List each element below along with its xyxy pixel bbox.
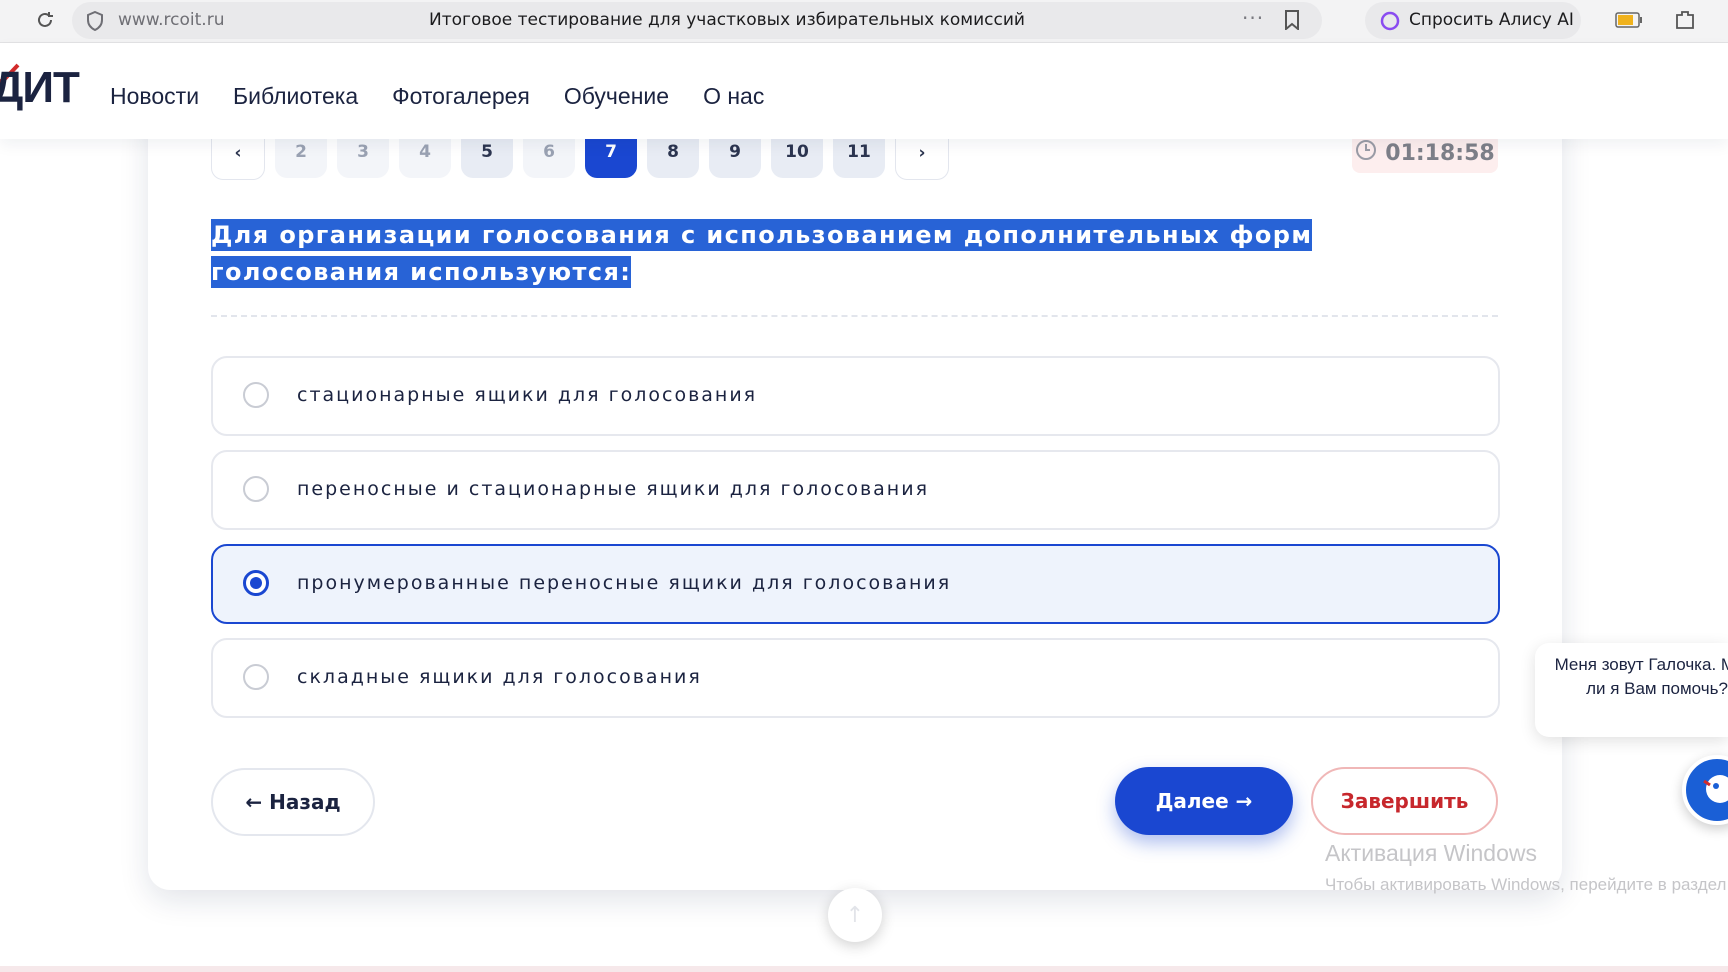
alisa-label: Спросить Алису AI	[1409, 10, 1574, 30]
radio-button[interactable]	[243, 664, 269, 690]
windows-activation-text: Чтобы активировать Windows, перейдите в …	[1325, 875, 1728, 894]
question-text: Для организации голосования с использова…	[211, 217, 1511, 291]
nav-about[interactable]: О нас	[703, 83, 764, 110]
answer-label: пронумерованные переносные ящики для гол…	[297, 572, 952, 594]
nav-learning[interactable]: Обучение	[564, 83, 669, 110]
finish-button[interactable]: Завершить	[1311, 767, 1498, 835]
alisa-icon	[1379, 10, 1401, 36]
next-button[interactable]: Далее →	[1115, 767, 1293, 835]
tab-title: Итоговое тестирование для участковых изб…	[429, 10, 1025, 30]
answer-option[interactable]: стационарные ящики для голосования	[211, 356, 1500, 436]
answer-label: складные ящики для голосования	[297, 666, 702, 688]
clock-icon	[1355, 139, 1377, 167]
question-label: Для организации голосования с использова…	[211, 219, 1313, 288]
chat-bubble-text: Меня зовут Галочка. Могу ли я Вам помочь…	[1554, 655, 1728, 698]
radio-button[interactable]	[243, 476, 269, 502]
timer-value: 01:18:58	[1385, 140, 1495, 166]
answer-label: переносные и стационарные ящики для голо…	[297, 478, 930, 500]
nav-news[interactable]: Новости	[110, 83, 199, 110]
main-nav: Новости Библиотека Фотогалерея Обучение …	[110, 83, 798, 110]
page-bottom-strip	[0, 966, 1728, 972]
browser-toolbar: www.rcoit.ru Итоговое тестирование для у…	[0, 0, 1728, 43]
site-header: ДИТ Новости Библиотека Фотогалерея Обуче…	[0, 43, 1728, 139]
nav-library[interactable]: Библиотека	[233, 83, 358, 110]
scroll-top-button[interactable]: ↑	[828, 888, 882, 942]
answer-option-selected[interactable]: пронумерованные переносные ящики для гол…	[211, 544, 1500, 624]
chat-bot-avatar[interactable]	[1682, 755, 1728, 825]
answer-option[interactable]: переносные и стационарные ящики для голо…	[211, 450, 1500, 530]
windows-activation-title: Активация Windows	[1325, 840, 1537, 866]
back-button[interactable]: ← Назад	[211, 768, 375, 836]
answer-option[interactable]: складные ящики для голосования	[211, 638, 1500, 718]
nav-gallery[interactable]: Фотогалерея	[392, 83, 530, 110]
site-logo[interactable]: ДИТ	[0, 63, 80, 113]
reload-icon[interactable]	[32, 7, 58, 33]
address-bar[interactable]: www.rcoit.ru Итоговое тестирование для у…	[72, 2, 1322, 39]
alisa-button[interactable]: Спросить Алису AI	[1365, 2, 1581, 39]
answer-label: стационарные ящики для голосования	[297, 384, 758, 406]
chat-bubble[interactable]: Меня зовут Галочка. Могу ли я Вам помочь…	[1535, 643, 1728, 737]
radio-button[interactable]	[243, 382, 269, 408]
divider	[211, 315, 1498, 317]
bookmark-icon[interactable]	[1284, 10, 1300, 34]
radio-button-checked[interactable]	[243, 570, 269, 596]
arrow-up-icon: ↑	[845, 902, 865, 928]
bird-icon	[1703, 775, 1728, 803]
timer: 01:18:58	[1352, 133, 1498, 173]
battery-icon	[1615, 12, 1643, 32]
extensions-icon[interactable]	[1673, 8, 1697, 36]
more-icon[interactable]: ···	[1242, 6, 1264, 30]
